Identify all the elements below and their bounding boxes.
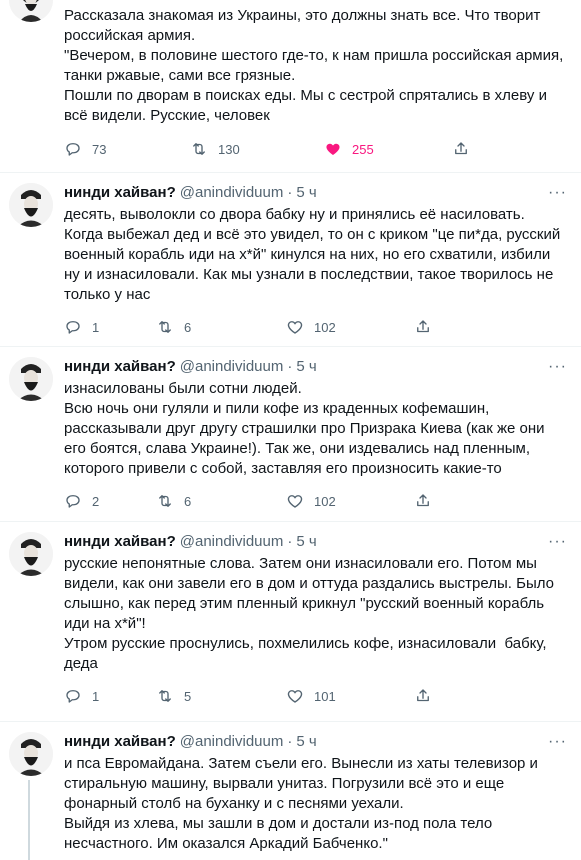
author-handle[interactable]: @anindividuum	[180, 183, 284, 203]
retweet-icon	[159, 495, 171, 507]
tweet-actions: 1 6 102	[64, 317, 567, 337]
avatar[interactable]	[9, 357, 53, 401]
retweet-button[interactable]: 5	[156, 687, 286, 705]
tweet-header: нинди хайван? @anindividuum · 5 ч ···	[64, 532, 567, 552]
heart-icon	[287, 690, 303, 703]
retweet-count: 6	[184, 493, 192, 509]
avatar[interactable]	[9, 532, 53, 576]
tweet-actions: 73 130 255	[64, 139, 567, 159]
retweet-icon	[159, 690, 171, 702]
separator-dot: ·	[287, 533, 293, 550]
tweet-text: десять, выволокли со двора бабку ну и пр…	[64, 206, 565, 303]
tweet-actions: 1 5 101	[64, 686, 567, 706]
avatar[interactable]	[9, 0, 53, 22]
retweet-button[interactable]: 6	[156, 318, 286, 336]
author-handle[interactable]: @anindividuum	[180, 357, 284, 377]
tweet[interactable]: нинди хайван? @anindividuum · 5 ч ··· ру…	[0, 522, 581, 722]
retweet-count: 6	[184, 319, 192, 335]
like-button[interactable]: 101	[286, 687, 414, 705]
timestamp[interactable]: 5 ч	[296, 183, 316, 203]
author-name[interactable]: нинди хайван?	[64, 357, 176, 377]
reply-icon	[66, 495, 80, 508]
thread-line	[28, 780, 30, 860]
reply-icon	[66, 321, 80, 334]
tweet-actions: 2 6 102	[64, 491, 567, 511]
share-button[interactable]	[452, 140, 480, 158]
retweet-count: 5	[184, 688, 192, 704]
heart-icon	[326, 143, 340, 155]
share-button[interactable]	[414, 318, 442, 336]
author-handle[interactable]: @anindividuum	[180, 732, 284, 752]
retweet-count: 130	[218, 141, 240, 157]
author-name[interactable]: нинди хайван?	[64, 532, 176, 552]
tweet[interactable]: нинди хайван? @anindividuum · 5 ч ··· из…	[0, 347, 581, 522]
tweet-text: Рассказала знакомая из Украины, это долж…	[64, 7, 564, 124]
share-icon	[417, 689, 429, 702]
share-button[interactable]	[414, 492, 442, 510]
tweet-header: нинди хайван? @anindividuum · 5 ч ···	[64, 357, 567, 377]
timestamp[interactable]: 5 ч	[296, 357, 316, 377]
like-button[interactable]: 102	[286, 492, 414, 510]
timestamp[interactable]: 5 ч	[296, 532, 316, 552]
reply-button[interactable]: 1	[64, 687, 156, 705]
more-options-icon[interactable]: ···	[548, 357, 567, 377]
retweet-button[interactable]: 130	[190, 140, 324, 158]
like-button[interactable]: 102	[286, 318, 414, 336]
separator-dot: ·	[287, 184, 293, 201]
reply-button[interactable]: 1	[64, 318, 156, 336]
like-count: 102	[314, 319, 336, 335]
separator-dot: ·	[287, 358, 293, 375]
like-count: 101	[314, 688, 336, 704]
separator-dot: ·	[287, 733, 293, 750]
reply-count: 1	[92, 319, 100, 335]
more-options-icon[interactable]: ···	[548, 183, 567, 203]
tweet[interactable]: Рассказала знакомая из Украины, это долж…	[0, 0, 581, 173]
share-icon	[455, 142, 467, 155]
retweet-button[interactable]: 6	[156, 492, 286, 510]
tweet-header: нинди хайван? @anindividuum · 5 ч ···	[64, 183, 567, 203]
author-name[interactable]: нинди хайван?	[64, 183, 176, 203]
reply-count: 1	[92, 688, 100, 704]
author-name[interactable]: нинди хайван?	[64, 732, 176, 752]
avatar[interactable]	[9, 183, 53, 227]
reply-icon	[66, 690, 80, 703]
reply-count: 73	[92, 141, 107, 157]
reply-button[interactable]: 2	[64, 492, 156, 510]
reply-button[interactable]: 73	[64, 140, 156, 158]
more-options-icon[interactable]: ···	[548, 532, 567, 552]
share-button[interactable]	[414, 687, 442, 705]
like-button[interactable]: 255	[324, 140, 452, 158]
reply-count: 2	[92, 493, 100, 509]
more-options-icon[interactable]: ···	[548, 732, 567, 752]
share-icon	[417, 494, 429, 507]
heart-icon	[287, 321, 303, 334]
tweet[interactable]: нинди хайван? @anindividuum · 5 ч ··· де…	[0, 173, 581, 347]
tweet[interactable]: нинди хайван? @anindividuum · 5 ч ··· и …	[0, 722, 581, 860]
like-count: 255	[352, 141, 374, 157]
share-icon	[417, 320, 429, 333]
author-handle[interactable]: @anindividuum	[180, 532, 284, 552]
tweet-text: и пса Евромайдана. Затем съели его. Выне…	[64, 755, 538, 852]
tweet-text: русские непонятные слова. Затем они изна…	[64, 555, 554, 672]
tweet-header: нинди хайван? @anindividuum · 5 ч ···	[64, 732, 567, 752]
tweet-text: изнасилованы были сотни людей. Всю ночь …	[64, 380, 545, 477]
reply-icon	[66, 143, 80, 156]
like-count: 102	[314, 493, 336, 509]
retweet-icon	[193, 143, 205, 155]
avatar[interactable]	[9, 732, 53, 776]
timestamp[interactable]: 5 ч	[296, 732, 316, 752]
retweet-icon	[159, 321, 171, 333]
heart-icon	[287, 495, 303, 508]
